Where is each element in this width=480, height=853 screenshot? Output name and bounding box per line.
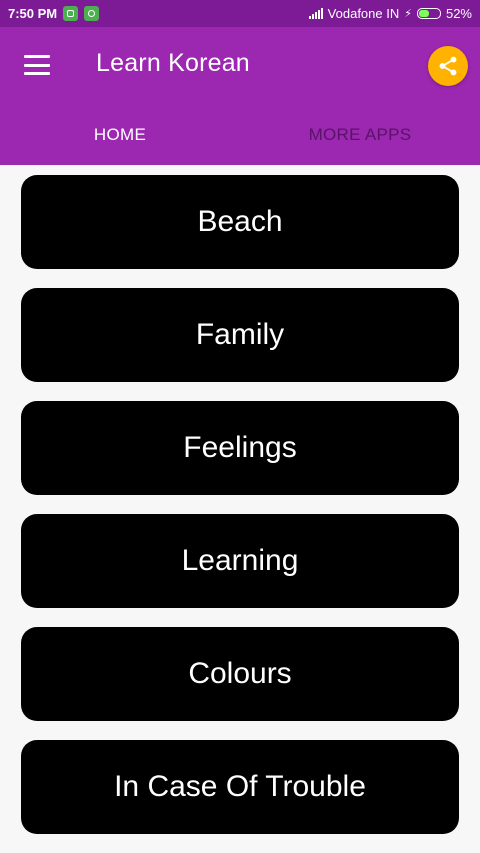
status-bar-right: Vodafone IN ⚡ 52% [308, 6, 472, 21]
category-button-learning[interactable]: Learning [21, 514, 459, 608]
app-bar: Learn Korean HOME MORE APPS [0, 27, 480, 165]
battery-icon [416, 8, 441, 19]
app-notification-icon [84, 6, 100, 21]
charging-icon: ⚡ [404, 8, 412, 20]
battery-percent: 52% [445, 6, 472, 21]
tab-more-apps[interactable]: MORE APPS [240, 105, 480, 165]
status-time: 7:50 PM [8, 6, 58, 21]
status-bar: 7:50 PM Vodafone IN ⚡ 52% [0, 0, 480, 27]
category-button-feelings[interactable]: Feelings [21, 401, 459, 495]
app-title: Learn Korean [96, 49, 250, 77]
share-button[interactable] [428, 46, 468, 86]
category-button-colours[interactable]: Colours [21, 627, 459, 721]
hamburger-menu-icon[interactable] [24, 55, 50, 75]
category-list: Beach Family Feelings Learning Colours I… [0, 165, 480, 853]
share-icon [439, 56, 457, 76]
signal-icon [308, 8, 323, 19]
status-bar-left: 7:50 PM [8, 6, 100, 21]
tab-bar: HOME MORE APPS [0, 105, 480, 165]
carrier-name: Vodafone IN [327, 6, 400, 21]
category-button-family[interactable]: Family [21, 288, 459, 382]
category-button-beach[interactable]: Beach [21, 175, 459, 269]
category-button-in-case-of-trouble[interactable]: In Case Of Trouble [21, 740, 459, 834]
tab-home[interactable]: HOME [0, 105, 240, 165]
sim-notification-icon [63, 6, 79, 21]
